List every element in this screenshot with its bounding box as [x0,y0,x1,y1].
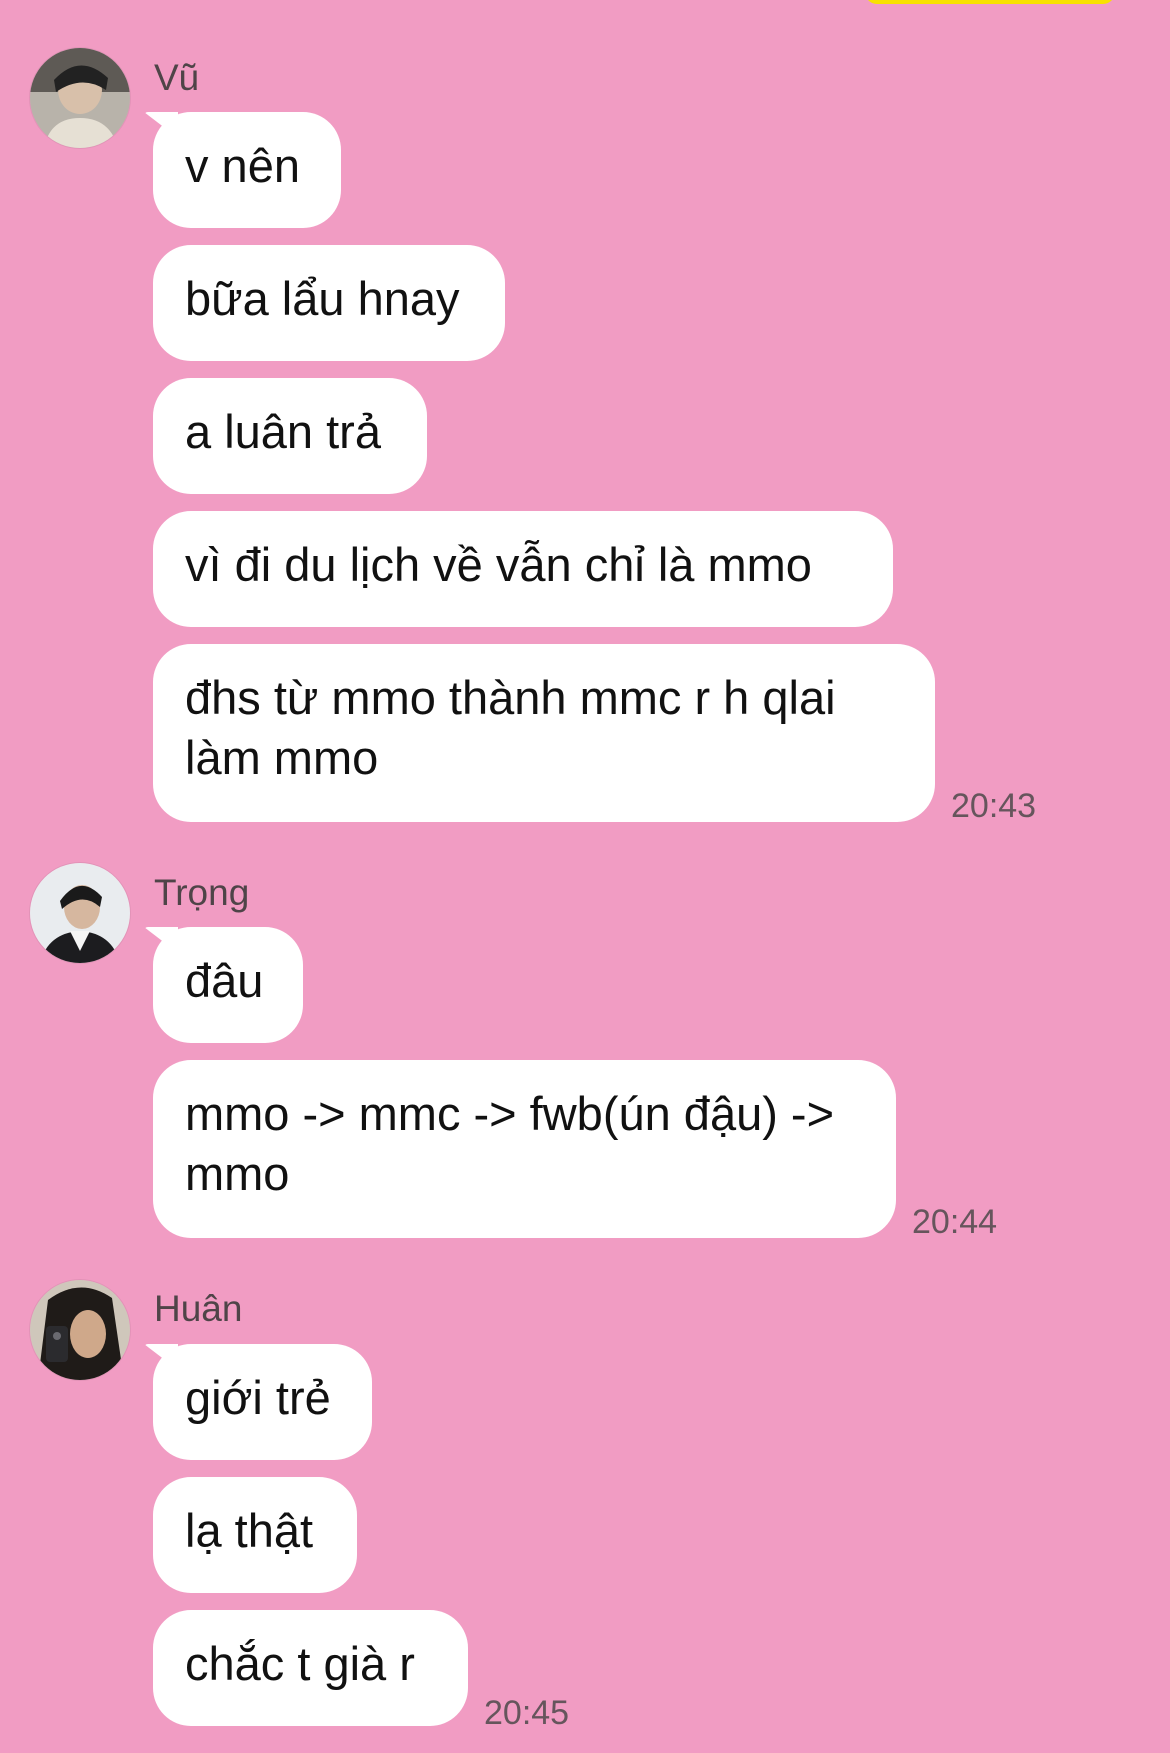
message-bubble[interactable]: đâu [153,927,303,1043]
avatar-huan-icon [30,1280,130,1380]
message-bubble[interactable]: giới trẻ [153,1344,372,1460]
message-bubble[interactable]: mmo -> mmc -> fwb(ún đậu) -> mmo [153,1060,896,1238]
message-bubble[interactable]: vì đi du lịch về vẫn chỉ là mmo [153,511,893,627]
message-bubble[interactable]: a luân trả [153,378,427,494]
avatar-trong-icon [30,863,130,963]
message-time: 20:43 [951,787,1037,825]
avatar[interactable] [30,1280,130,1380]
message-time: 20:44 [912,1203,998,1241]
message-time: 20:45 [484,1694,570,1732]
message-bubble[interactable]: bữa lẩu hnay [153,245,505,361]
top-indicator [865,0,1115,4]
message-bubble[interactable]: v nên [153,112,341,228]
avatar[interactable] [30,48,130,148]
sender-name: Huân [154,1288,243,1329]
message-bubble[interactable]: lạ thật [153,1477,357,1593]
sender-name: Trọng [154,872,250,913]
avatar[interactable] [30,863,130,963]
message-bubble[interactable]: chắc t già r [153,1610,468,1726]
message-bubble[interactable]: đhs từ mmo thành mmc r h qlai làm mmo [153,644,935,822]
avatar-vu-icon [30,48,130,148]
sender-name: Vũ [154,57,200,98]
